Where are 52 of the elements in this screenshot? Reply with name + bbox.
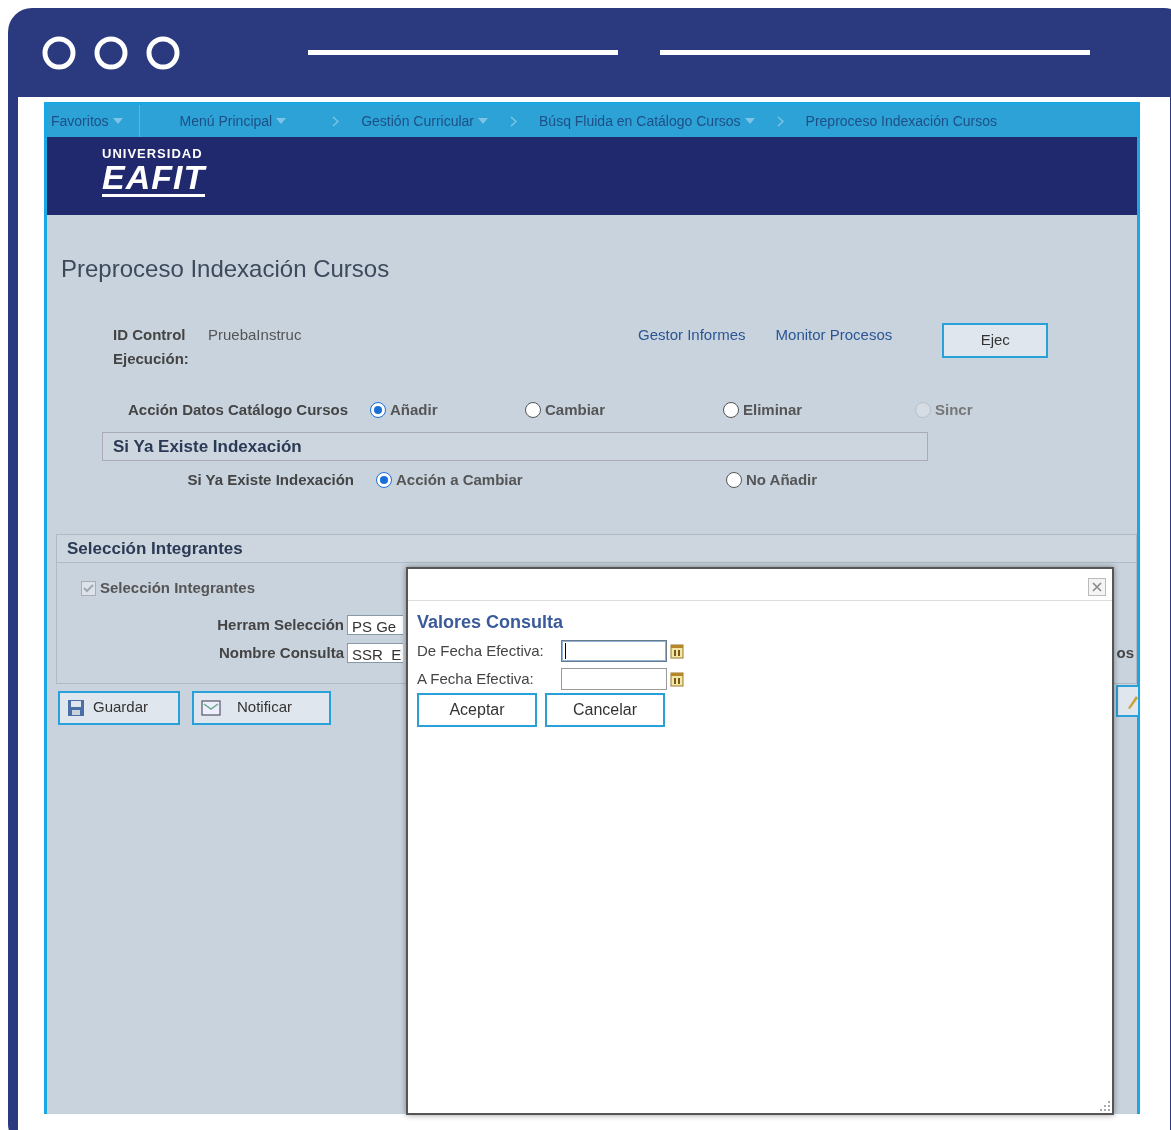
edit-button[interactable] bbox=[1116, 685, 1138, 717]
envelope-icon bbox=[201, 699, 221, 716]
dropdown-arrow-icon bbox=[478, 118, 488, 124]
dropdown-arrow-icon bbox=[112, 118, 123, 124]
run-button[interactable]: Ejec bbox=[942, 323, 1049, 358]
cancel-button[interactable]: Cancelar bbox=[545, 693, 665, 727]
report-manager-link[interactable]: Gestor Informes bbox=[638, 323, 746, 347]
accept-button[interactable]: Aceptar bbox=[417, 693, 537, 727]
radio-button[interactable] bbox=[726, 472, 742, 489]
radio-button[interactable] bbox=[376, 472, 392, 489]
logo-small-text: UNIVERSIDAD bbox=[102, 147, 204, 160]
radio-label: No Añadir bbox=[746, 470, 818, 490]
close-icon bbox=[1092, 582, 1102, 592]
radio-label: Sincr bbox=[935, 400, 973, 420]
field-value: PruebaInstruc bbox=[208, 325, 303, 345]
field-label: De Fecha Efectiva: bbox=[417, 641, 545, 661]
checkbox-label: Selección Integrantes bbox=[100, 578, 256, 598]
resize-grip-icon[interactable] bbox=[1100, 1101, 1110, 1111]
dialog-title: Valores Consulta bbox=[417, 611, 565, 634]
save-button[interactable]: Guardar bbox=[58, 690, 180, 725]
input-field[interactable]: SSR_E bbox=[347, 643, 403, 664]
dropdown-arrow-icon bbox=[276, 118, 287, 124]
radio-button[interactable] bbox=[370, 402, 386, 419]
radio-button[interactable] bbox=[525, 402, 541, 419]
logo-text: EAFIT bbox=[102, 160, 206, 197]
radio-button[interactable] bbox=[723, 402, 739, 419]
section-header: Selección Integrantes bbox=[57, 534, 1136, 563]
page-title: Preproceso Indexación Cursos bbox=[61, 254, 391, 284]
chevron-icon bbox=[332, 115, 340, 127]
notify-button[interactable]: Notificar bbox=[192, 690, 331, 725]
radio-label: Cambiar bbox=[545, 400, 606, 420]
radio-label: Añadir bbox=[390, 400, 438, 420]
calendar-icon[interactable] bbox=[670, 670, 684, 687]
section-header: Si Ya Existe Indexación bbox=[102, 431, 928, 461]
clipped-text: os bbox=[1116, 643, 1134, 663]
input-field[interactable]: PS Ge bbox=[347, 614, 403, 635]
radio-label: Acción a Cambiar bbox=[396, 470, 523, 490]
field-label: Si Ya Existe Indexación bbox=[186, 470, 355, 490]
field-label: ID Control Ejecución: bbox=[113, 325, 190, 369]
chevron-icon bbox=[776, 115, 784, 127]
close-button[interactable] bbox=[1088, 578, 1106, 596]
dropdown-arrow-icon bbox=[744, 118, 755, 124]
radio-label: Eliminar bbox=[743, 400, 803, 420]
chevron-icon bbox=[510, 115, 517, 127]
field-label: Nombre Consulta bbox=[218, 643, 345, 663]
date-field[interactable] bbox=[561, 667, 667, 690]
date-field[interactable] bbox=[561, 640, 667, 663]
calendar-icon[interactable] bbox=[670, 643, 684, 660]
field-label: A Fecha Efectiva: bbox=[417, 668, 535, 689]
process-monitor-link[interactable]: Monitor Procesos bbox=[775, 323, 893, 347]
field-label: Acción Datos Catálogo Cursos bbox=[126, 400, 349, 420]
field-label: Herram Selección bbox=[216, 614, 345, 635]
